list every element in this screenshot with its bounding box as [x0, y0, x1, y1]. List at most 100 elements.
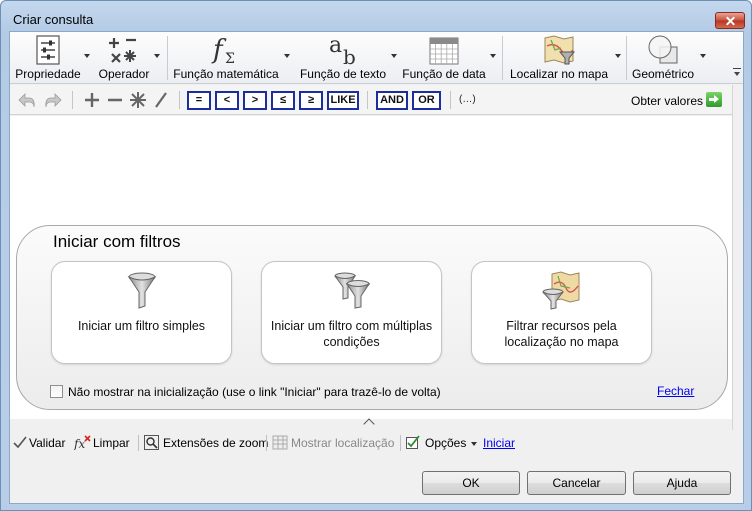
toolbar-separator: [72, 91, 73, 109]
start-multi-condition-filter-text: Iniciar um filtro com múltiplas condiçõe…: [270, 319, 433, 349]
collapse-toggle[interactable]: [10, 418, 732, 430]
expression-toolbar: = < > ≤ ≥ LIKE AND OR (…) Obter valores: [10, 85, 732, 115]
vertical-scrollbar[interactable]: [732, 85, 743, 430]
toolbar-separator: [367, 91, 368, 109]
ribbon-math-function-label: Função matemática: [173, 67, 279, 81]
parentheses-button[interactable]: (…): [459, 94, 476, 105]
dont-show-at-startup-checkbox[interactable]: [50, 385, 63, 398]
chevron-down-icon: [284, 54, 290, 58]
start-multi-condition-filter-card[interactable]: Iniciar um filtro com múltiplas condiçõe…: [261, 261, 442, 364]
ribbon-separator: [626, 36, 627, 80]
ribbon-overflow-button[interactable]: [731, 32, 743, 84]
svg-text:Σ: Σ: [225, 51, 235, 66]
show-location-icon: [272, 435, 288, 450]
start-simple-filter-card[interactable]: Iniciar um filtro simples: [51, 261, 232, 364]
start-filters-title: Iniciar com filtros: [53, 232, 181, 251]
show-location-button[interactable]: Mostrar localização: [291, 436, 394, 450]
dialog-window: Criar consulta Propriedade Operador f Σ …: [0, 0, 752, 511]
options-button[interactable]: Opções: [425, 436, 466, 450]
ribbon-operator-dropdown[interactable]: [152, 32, 162, 84]
redo-icon[interactable]: [42, 90, 64, 110]
close-panel-link[interactable]: Fechar: [657, 384, 694, 398]
chevron-down-icon: [734, 72, 740, 76]
ribbon-operator-button[interactable]: Operador: [94, 32, 154, 84]
toolbar-separator: [266, 435, 267, 451]
calendar-icon: [429, 37, 459, 65]
query-editor[interactable]: Iniciar com filtros Iniciar um filtro si…: [10, 116, 732, 419]
toolbar-separator: [450, 91, 451, 109]
greater-equal-operator-button[interactable]: ≥: [299, 91, 323, 110]
ribbon-locate-on-map-label: Localizar no mapa: [509, 67, 609, 81]
chevron-up-icon: [363, 418, 375, 430]
chevron-down-icon: [154, 54, 160, 58]
undo-icon[interactable]: [16, 90, 38, 110]
title-bar: Criar consulta: [1, 1, 751, 31]
less-equal-operator-button[interactable]: ≤: [271, 91, 295, 110]
toolbar-separator: [400, 435, 401, 451]
chevron-down-icon: [490, 54, 496, 58]
plus-icon[interactable]: [81, 90, 103, 110]
ribbon: Propriedade Operador f Σ Função matemáti…: [10, 32, 743, 84]
ribbon-geometric-dropdown[interactable]: [698, 32, 708, 84]
ribbon-separator: [167, 36, 168, 80]
less-than-operator-button[interactable]: <: [215, 91, 239, 110]
chevron-down-icon[interactable]: [471, 442, 477, 446]
ribbon-text-function-button[interactable]: a b Função de texto: [296, 32, 390, 84]
check-icon: [13, 436, 27, 449]
ribbon-math-function-button[interactable]: f Σ Função matemática: [170, 32, 282, 84]
ok-button[interactable]: OK: [422, 471, 520, 495]
ribbon-date-function-label: Função de data: [402, 67, 486, 81]
ribbon-locate-on-map-button[interactable]: Localizar no mapa: [504, 32, 614, 84]
ribbon-date-function-dropdown[interactable]: [488, 32, 498, 84]
map-filter-icon: [544, 35, 575, 65]
start-filters-panel: Iniciar com filtros Iniciar um filtro si…: [16, 225, 728, 410]
zoom-extent-icon: [144, 435, 159, 450]
operator-icon: [109, 38, 136, 63]
client-area: Propriedade Operador f Σ Função matemáti…: [9, 31, 744, 504]
get-values-label[interactable]: Obter valores: [631, 94, 703, 108]
cancel-button[interactable]: Cancelar: [527, 471, 626, 495]
toolbar-separator: [138, 435, 139, 451]
minus-icon[interactable]: [104, 90, 126, 110]
text-function-icon: a b: [329, 34, 356, 66]
divide-icon[interactable]: [150, 90, 172, 110]
ribbon-text-function-dropdown[interactable]: [389, 32, 399, 84]
help-button[interactable]: Ajuda: [633, 471, 731, 495]
funnel-icon: [127, 272, 156, 309]
validate-button[interactable]: Validar: [29, 436, 65, 450]
property-icon: [36, 35, 60, 65]
like-operator-button[interactable]: LIKE: [327, 91, 359, 110]
window-title: Criar consulta: [13, 12, 94, 27]
ribbon-geometric-button[interactable]: Geométrico: [628, 32, 698, 84]
close-button[interactable]: [715, 12, 745, 29]
bottom-toolbar: Validar fx Limpar Extensões de zoom Most…: [10, 431, 743, 453]
ribbon-separator: [502, 36, 503, 80]
ribbon-date-function-button[interactable]: Função de data: [400, 32, 488, 84]
greater-than-operator-button[interactable]: >: [243, 91, 267, 110]
arrow-right-icon[interactable]: [706, 92, 722, 107]
chevron-down-icon: [84, 54, 90, 58]
ribbon-property-button[interactable]: Propriedade: [12, 32, 84, 84]
ribbon-math-function-dropdown[interactable]: [282, 32, 292, 84]
clear-button[interactable]: Limpar: [93, 436, 130, 450]
ribbon-property-dropdown[interactable]: [82, 32, 92, 84]
and-operator-button[interactable]: AND: [376, 91, 408, 110]
ribbon-operator-label: Operador: [98, 67, 150, 81]
ribbon-locate-on-map-dropdown[interactable]: [613, 32, 623, 84]
ribbon-text-function-label: Função de texto: [299, 67, 387, 81]
start-link-text[interactable]: Iniciar: [483, 436, 515, 450]
equals-operator-button[interactable]: =: [187, 91, 211, 110]
filter-by-map-location-card[interactable]: Filtrar recursos pela localização no map…: [471, 261, 652, 364]
multiple-funnels-icon: [334, 272, 370, 309]
or-operator-button[interactable]: OR: [412, 91, 441, 110]
ribbon-property-label: Propriedade: [15, 67, 81, 81]
start-link[interactable]: Iniciar: [483, 436, 515, 450]
multiply-icon[interactable]: [127, 90, 149, 110]
ribbon-geometric-label: Geométrico: [631, 67, 695, 81]
zoom-extents-button[interactable]: Extensões de zoom: [163, 436, 268, 450]
map-filter-icon: [542, 271, 579, 310]
clear-formula-icon: fx: [74, 435, 91, 450]
chevron-down-icon: [615, 54, 621, 58]
options-checkbox-icon: [406, 435, 420, 449]
svg-text:b: b: [343, 45, 356, 66]
